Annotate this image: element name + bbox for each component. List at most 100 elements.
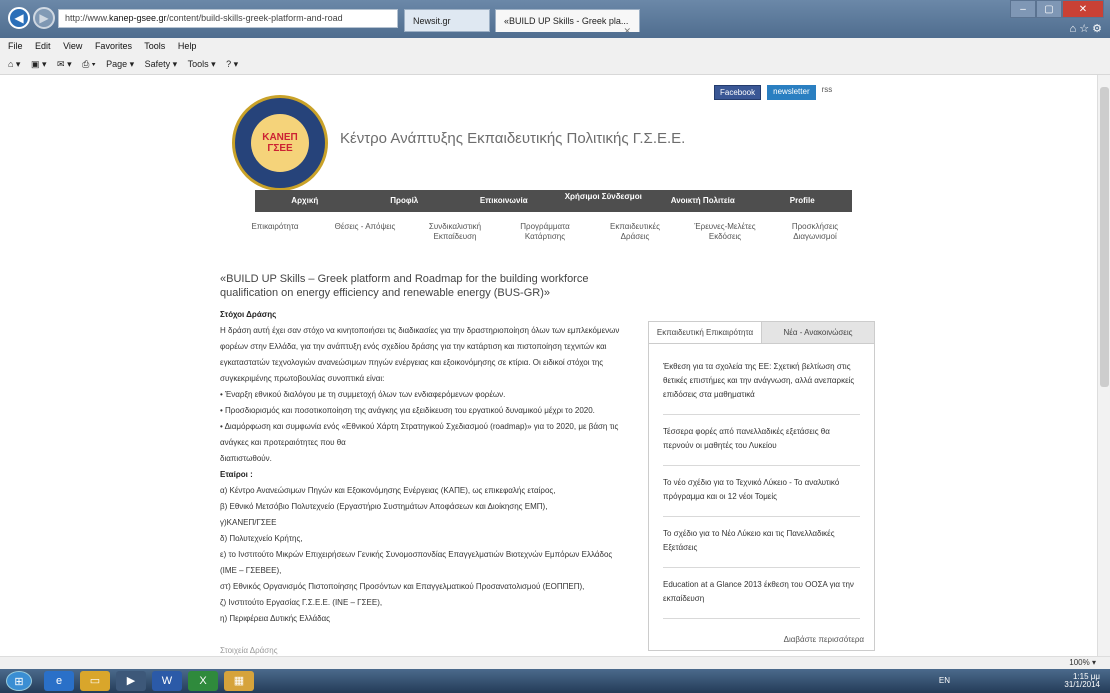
command-bar: ⌂ ▾ ▣ ▾ ✉ ▾ ⎙ ▾ Page ▾ Safety ▾ Tools ▾ …: [0, 55, 1110, 75]
subnav-union-education[interactable]: Συνδικαλιστική Εκπαίδευση: [410, 222, 500, 242]
partner: γ)ΚΑΝΕΠ/ΓΣΕΕ: [220, 518, 277, 527]
mail-icon[interactable]: ✉ ▾: [57, 59, 72, 69]
tools-menu[interactable]: Tools ▾: [188, 59, 216, 69]
close-tab-icon[interactable]: ✕: [623, 26, 631, 32]
address-bar[interactable]: http://www.kanep-gsee.gr/content/build-s…: [58, 9, 398, 28]
app-taskbar-icon[interactable]: ▦: [224, 671, 254, 691]
zoom-level[interactable]: 100%: [1069, 658, 1089, 667]
clock-date[interactable]: 31/1/2014: [1064, 681, 1100, 689]
taskbar: ⊞ e ▭ ▶ W X ▦ EN 1:15 μμ 31/1/2014: [0, 669, 1110, 693]
menu-edit[interactable]: Edit: [35, 41, 51, 51]
news-item[interactable]: Τέσσερα φορές από πανελλαδικές εξετάσεις…: [663, 415, 860, 466]
rss-link[interactable]: rss: [822, 85, 833, 100]
news-item[interactable]: Το σχέδιο για το Νέο Λύκειο και τις Πανε…: [663, 517, 860, 568]
menu-help[interactable]: Help: [178, 41, 197, 51]
tab-label: Newsit.gr: [413, 16, 451, 26]
home-icon[interactable]: ⌂ ▾: [8, 59, 20, 69]
main-nav: Αρχική Προφίλ Επικοινωνία Χρήσιμοι Σύνδε…: [255, 190, 852, 212]
subnav-actions[interactable]: Εκπαιδευτικές Δράσεις: [590, 222, 680, 242]
subnav-news[interactable]: Επικαιρότητα: [230, 222, 320, 242]
page-menu[interactable]: Page ▾: [106, 59, 134, 69]
window-controls: – ▢ ✕: [1010, 0, 1104, 18]
page-viewport: ΚΑΝΕΠ ΓΣΕΕ Κέντρο Ανάπτυξης Εκπαιδευτική…: [0, 75, 1097, 656]
menu-favorites[interactable]: Favorites: [95, 41, 132, 51]
tab-announcements[interactable]: Νέα - Ανακοινώσεις: [762, 322, 874, 344]
url-domain: kanep-gsee.gr: [109, 13, 167, 23]
goals-paragraph: Η δράση αυτή έχει σαν στόχο να κινητοποι…: [220, 326, 620, 383]
feeds-icon[interactable]: ▣ ▾: [31, 59, 47, 69]
nav-contact[interactable]: Επικοινωνία: [454, 190, 554, 212]
article-heading: «BUILD UP Skills – Greek platform and Ro…: [220, 273, 589, 299]
favorites-icon[interactable]: ☆: [1079, 23, 1089, 35]
status-bar: 100% ▾: [0, 656, 1110, 669]
title-bar: ◀ ▶ http://www.kanep-gsee.gr/content/bui…: [0, 0, 1110, 38]
scroll-thumb[interactable]: [1100, 87, 1109, 387]
sub-nav: Επικαιρότητα Θέσεις - Απόψεις Συνδικαλισ…: [230, 222, 860, 242]
bullet-cont: διαπιστωθούν.: [220, 454, 272, 463]
news-item[interactable]: Education at a Glance 2013 έκθεση του ΟΟ…: [663, 568, 860, 619]
tab-active[interactable]: «BUILD UP Skills - Greek pla... ✕: [495, 9, 640, 32]
subnav-training[interactable]: Προγράμματα Κατάρτισης: [500, 222, 590, 242]
tab-education-news[interactable]: Εκπαιδευτική Επικαιρότητα: [649, 322, 762, 344]
nav-profile-gr[interactable]: Προφίλ: [355, 190, 455, 212]
partner: ζ) Ινστιτούτο Εργασίας Γ.Σ.Ε.Ε. (ΙΝΕ – Γ…: [220, 598, 383, 607]
logo-text: ΚΑΝΕΠ ΓΣΕΕ: [251, 114, 309, 172]
word-taskbar-icon[interactable]: W: [152, 671, 182, 691]
site-title: Κέντρο Ανάπτυξης Εκπαιδευτικής Πολιτικής…: [340, 130, 686, 147]
sidebar-tabs: Εκπαιδευτική Επικαιρότητα Νέα - Ανακοινώ…: [649, 322, 874, 344]
news-sidebar: Εκπαιδευτική Επικαιρότητα Νέα - Ανακοινώ…: [648, 321, 875, 651]
partner: ε) το Ινστιτούτο Μικρών Επιχειρήσεων Γεν…: [220, 550, 613, 559]
gear-icon[interactable]: ⚙: [1092, 23, 1102, 35]
explorer-taskbar-icon[interactable]: ▭: [80, 671, 110, 691]
toolbar-icons: ⌂ ☆ ⚙: [1069, 22, 1102, 35]
nav-home[interactable]: Αρχική: [255, 190, 355, 212]
article-body: Στόχοι Δράσης Η δράση αυτή έχει σαν στόχ…: [220, 307, 630, 627]
url-prefix: http://www.: [65, 13, 110, 23]
home-icon[interactable]: ⌂: [1069, 23, 1076, 35]
partner: στ) Εθνικός Οργανισμός Πιστοποίησης Προσ…: [220, 582, 585, 591]
facebook-button[interactable]: Facebook: [714, 85, 762, 100]
menu-tools[interactable]: Tools: [144, 41, 165, 51]
url-path: /content/build-skills-greek-platform-and…: [166, 13, 343, 23]
menu-view[interactable]: View: [63, 41, 82, 51]
news-item[interactable]: Έκθεση για τα σχολεία της ΕΕ: Σχετική βε…: [663, 350, 860, 415]
news-item[interactable]: Το νέο σχέδιο για το Τεχνικό Λύκειο - Το…: [663, 466, 860, 517]
close-button[interactable]: ✕: [1062, 0, 1104, 18]
subnav-research[interactable]: Έρευνες-Μελέτες Εκδόσεις: [680, 222, 770, 242]
subnav-positions[interactable]: Θέσεις - Απόψεις: [320, 222, 410, 242]
language-indicator[interactable]: EN: [939, 677, 950, 685]
bullet: • Έναρξη εθνικού διαλόγου με τη συμμετοχ…: [220, 390, 506, 399]
bullet: • Προσδιορισμός και ποσοτικοποίηση της α…: [220, 406, 595, 415]
bullet: • Διαμόρφωση και συμφωνία ενός «Εθνικού …: [220, 422, 619, 447]
tab-newsit[interactable]: Newsit.gr: [404, 9, 490, 32]
excel-taskbar-icon[interactable]: X: [188, 671, 218, 691]
subnav-calls[interactable]: Προσκλήσεις Διαγωνισμοί: [770, 222, 860, 242]
goals-label: Στόχοι Δράσης: [220, 310, 277, 319]
newsletter-button[interactable]: newsletter: [767, 85, 816, 100]
print-icon[interactable]: ⎙ ▾: [82, 59, 95, 69]
help-icon[interactable]: ? ▾: [226, 59, 238, 69]
ie-taskbar-icon[interactable]: e: [44, 671, 74, 691]
menu-file[interactable]: File: [8, 41, 23, 51]
partner: η) Περιφέρεια Δυτικής Ελλάδας: [220, 614, 331, 623]
back-button[interactable]: ◀: [8, 7, 30, 29]
browser-window: ◀ ▶ http://www.kanep-gsee.gr/content/bui…: [0, 0, 1110, 693]
site-logo[interactable]: ΚΑΝΕΠ ΓΣΕΕ: [232, 95, 328, 191]
forward-button[interactable]: ▶: [33, 7, 55, 29]
start-button[interactable]: ⊞: [6, 671, 32, 691]
media-taskbar-icon[interactable]: ▶: [116, 671, 146, 691]
nav-profile-en[interactable]: Profile: [753, 190, 853, 212]
vertical-scrollbar[interactable]: [1097, 75, 1110, 656]
news-list: Έκθεση για τα σχολεία της ΕΕ: Σχετική βε…: [649, 344, 874, 625]
nav-links[interactable]: Χρήσιμοι Σύνδεσμοι: [554, 190, 654, 212]
partners-label: Εταίροι :: [220, 470, 253, 479]
partner: β) Εθνικό Μετσόβιο Πολυτεχνείο (Εργαστήρ…: [220, 502, 548, 511]
minimize-button[interactable]: –: [1010, 0, 1036, 18]
nav-open-gov[interactable]: Ανοικτή Πολιτεία: [653, 190, 753, 212]
maximize-button[interactable]: ▢: [1036, 0, 1062, 18]
read-more-link[interactable]: Διαβάστε περισσότερα: [784, 635, 864, 644]
partner: (ΙΜΕ – ΓΣΕΒΕΕ),: [220, 566, 282, 575]
safety-menu[interactable]: Safety ▾: [145, 59, 178, 69]
section-heading-cut: Στοιχεία Δράσης: [220, 646, 278, 655]
tab-label: «BUILD UP Skills - Greek pla...: [504, 16, 629, 26]
